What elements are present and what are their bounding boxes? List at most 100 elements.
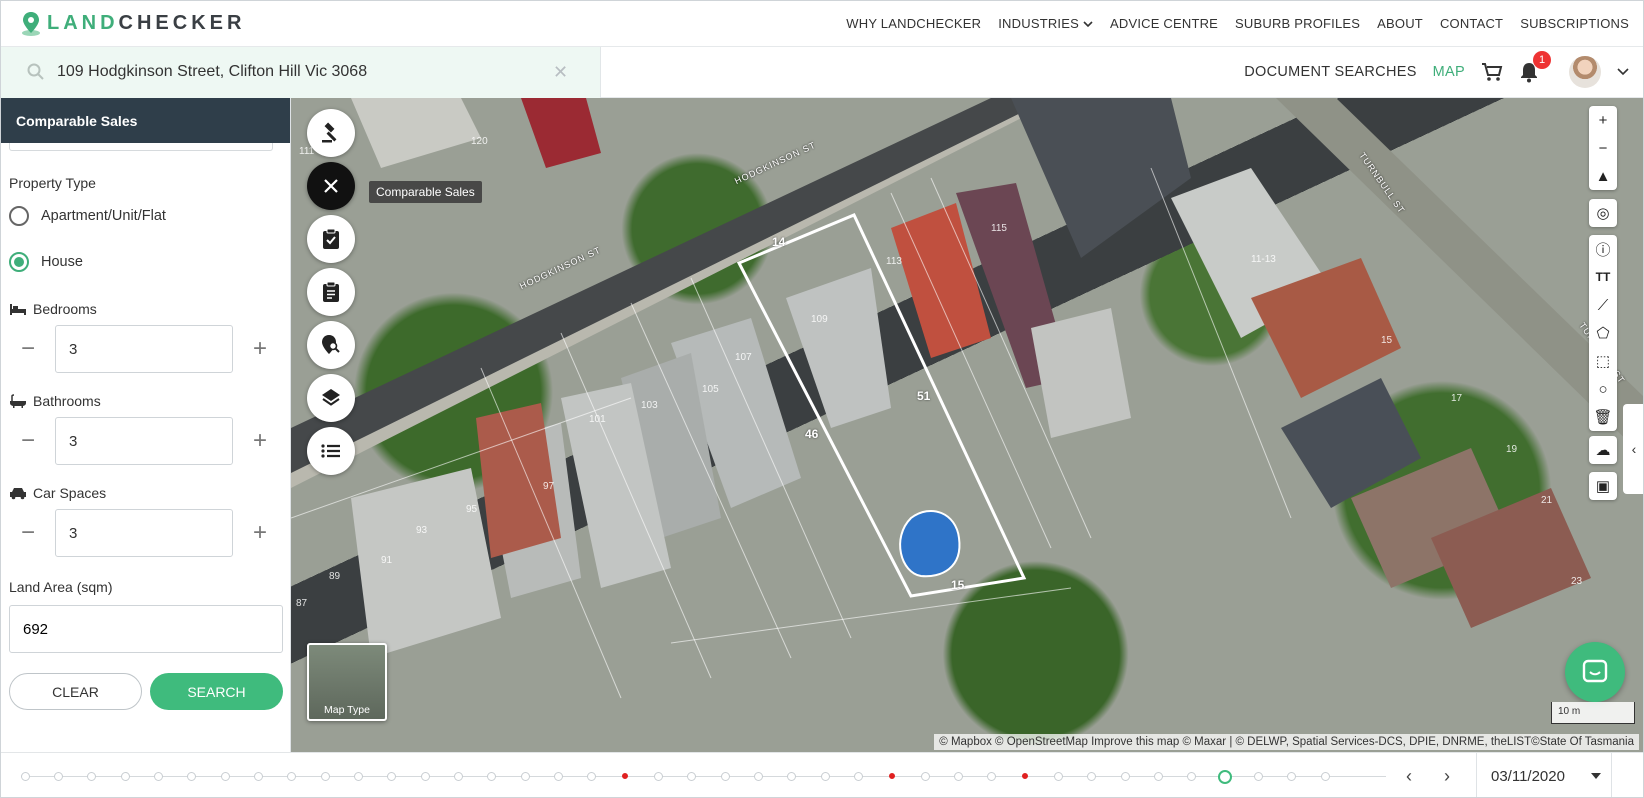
map-attribution[interactable]: © Mapbox © OpenStreetMap Improve this ma… <box>934 734 1639 750</box>
decrement-button[interactable]: − <box>9 427 47 455</box>
satellite-map[interactable]: 14 51 46 15 HODGKINSON ST HODGKINSON ST … <box>291 98 1643 752</box>
timeline-dot-event[interactable] <box>1022 772 1028 779</box>
timeline-dot[interactable] <box>653 771 663 781</box>
radio-apartment[interactable]: Apartment/Unit/Flat <box>9 206 290 226</box>
nav-why-landchecker[interactable]: WHY LANDCHECKER <box>846 16 981 31</box>
rectangle-tool-icon[interactable]: ⬚ <box>1589 347 1617 375</box>
timeline-dot[interactable] <box>1053 771 1063 781</box>
report-button[interactable] <box>307 268 355 316</box>
previous-arrow-icon[interactable]: ‹ <box>1406 766 1412 787</box>
timeline-dot[interactable] <box>87 771 97 781</box>
timeline-dot[interactable] <box>1087 771 1097 781</box>
bathrooms-input[interactable] <box>55 417 233 465</box>
document-searches-link[interactable]: DOCUMENT SEARCHES <box>1244 64 1416 80</box>
cloud-download-icon[interactable]: ☁ <box>1589 436 1617 464</box>
timeline-dot[interactable] <box>153 771 163 781</box>
increment-button[interactable]: + <box>241 335 279 363</box>
timeline-dot[interactable] <box>720 771 730 781</box>
timeline-dot[interactable] <box>687 771 697 781</box>
timeline-dot[interactable] <box>253 771 263 781</box>
close-comparable-sales-button[interactable] <box>307 162 355 210</box>
timeline-dot[interactable] <box>1287 771 1297 781</box>
timeline-dot[interactable] <box>1253 771 1263 781</box>
cart-icon[interactable] <box>1481 62 1503 82</box>
circle-tool-icon[interactable]: ○ <box>1589 375 1617 403</box>
timeline-dot[interactable] <box>220 771 230 781</box>
text-size-icon[interactable]: TT <box>1589 263 1617 291</box>
bedrooms-input[interactable] <box>55 325 233 373</box>
timeline-dot[interactable] <box>20 771 30 781</box>
timeline-dot[interactable] <box>420 771 430 781</box>
notifications[interactable]: 1 <box>1519 51 1551 83</box>
collapse-panel-button[interactable]: ‹ <box>1623 404 1643 494</box>
radio-button-selected[interactable] <box>9 252 29 272</box>
checklist-button[interactable] <box>307 215 355 263</box>
search-button[interactable]: SEARCH <box>150 673 283 710</box>
radio-button[interactable] <box>9 206 29 226</box>
timeline-dot[interactable] <box>920 771 930 781</box>
decrement-button[interactable]: − <box>9 335 47 363</box>
timeline-dot[interactable] <box>53 771 63 781</box>
timeline-dot[interactable] <box>987 771 997 781</box>
list-button[interactable] <box>307 427 355 475</box>
gavel-button[interactable] <box>307 109 355 157</box>
timeline-dot[interactable] <box>320 771 330 781</box>
radio-house[interactable]: House <box>9 252 290 272</box>
increment-button[interactable]: + <box>241 519 279 547</box>
increment-button[interactable]: + <box>241 427 279 455</box>
car-spaces-input[interactable] <box>55 509 233 557</box>
nav-industries[interactable]: INDUSTRIES <box>998 16 1093 31</box>
timeline-dot[interactable] <box>353 771 363 781</box>
timeline-dot[interactable] <box>120 771 130 781</box>
next-arrow-icon[interactable]: › <box>1444 766 1450 787</box>
landchecker-logo[interactable]: LANDCHECKER <box>21 11 245 37</box>
timeline-dot[interactable] <box>1187 771 1197 781</box>
nav-about[interactable]: ABOUT <box>1377 16 1423 31</box>
timeline-dot-selected[interactable] <box>1218 769 1232 784</box>
trash-icon[interactable]: 🗑 <box>1589 403 1617 431</box>
land-area-input[interactable] <box>9 605 283 653</box>
layers-button[interactable] <box>307 374 355 422</box>
compass-icon[interactable]: ▲ <box>1589 162 1617 190</box>
timeline-dot-event[interactable] <box>888 772 895 779</box>
close-icon[interactable]: ✕ <box>553 62 568 83</box>
add-image-icon[interactable]: ▣ <box>1589 472 1617 500</box>
timeline-dot[interactable] <box>387 771 397 781</box>
timeline-dot[interactable] <box>520 771 530 781</box>
clear-button[interactable]: CLEAR <box>9 673 142 710</box>
zoom-in-button[interactable]: + <box>1589 106 1617 134</box>
timeline-dot[interactable] <box>487 771 497 781</box>
nav-suburb-profiles[interactable]: SUBURB PROFILES <box>1235 16 1360 31</box>
locate-icon[interactable]: ◎ <box>1589 199 1617 227</box>
chat-button[interactable] <box>1565 642 1625 702</box>
map-type-toggle[interactable]: Map Type <box>307 643 387 721</box>
line-tool-icon[interactable]: ⟋ <box>1589 291 1617 319</box>
avatar[interactable] <box>1569 56 1601 88</box>
nav-subscriptions[interactable]: SUBSCRIPTIONS <box>1520 16 1629 31</box>
timeline-dot[interactable] <box>553 771 563 781</box>
timeline-dot[interactable] <box>1320 771 1330 781</box>
address-search-input[interactable] <box>57 63 537 81</box>
polygon-tool-icon[interactable]: ⬠ <box>1589 319 1617 347</box>
timeline-dot[interactable] <box>787 771 797 781</box>
date-select[interactable]: 03/11/2020 <box>1476 752 1612 797</box>
timeline-dot[interactable] <box>187 771 197 781</box>
zoom-out-button[interactable]: − <box>1589 134 1617 162</box>
timeline-dot[interactable] <box>820 771 830 781</box>
timeline-dot[interactable] <box>453 771 463 781</box>
timeline-dot[interactable] <box>1153 771 1163 781</box>
nav-advice-centre[interactable]: ADVICE CENTRE <box>1110 16 1218 31</box>
info-icon[interactable]: ⓘ <box>1589 235 1617 263</box>
timeline-dot[interactable] <box>753 771 763 781</box>
nav-contact[interactable]: CONTACT <box>1440 16 1503 31</box>
location-search-button[interactable] <box>307 321 355 369</box>
timeline-dot[interactable] <box>1120 771 1130 781</box>
decrement-button[interactable]: − <box>9 519 47 547</box>
timeline-dot[interactable] <box>287 771 297 781</box>
timeline-dot[interactable] <box>953 771 963 781</box>
chevron-down-icon[interactable] <box>1617 68 1629 76</box>
timeline-dot[interactable] <box>853 771 863 781</box>
map-link[interactable]: MAP <box>1433 64 1465 80</box>
timeline-dot-event[interactable] <box>622 772 628 779</box>
timeline-track[interactable] <box>20 753 1386 798</box>
